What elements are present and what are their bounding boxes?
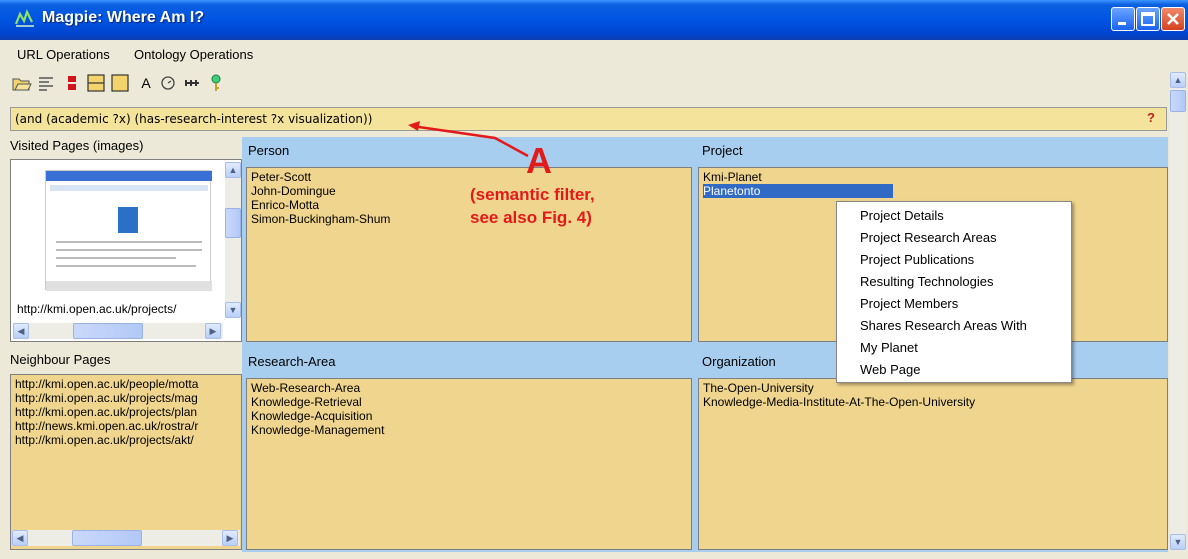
app-icon (14, 9, 34, 27)
thumbnail-text (56, 265, 196, 267)
minimize-icon (1118, 22, 1126, 25)
menu-item-web-page[interactable]: Web Page (860, 362, 920, 377)
scroll-left-button[interactable]: ◀ (13, 323, 29, 339)
scroll-up-button[interactable]: ▲ (1170, 72, 1186, 88)
list-item[interactable]: Simon-Buckingham-Shum (251, 212, 687, 226)
menu-item-project-details[interactable]: Project Details (860, 208, 944, 223)
split-frame-icon[interactable] (86, 72, 106, 94)
organization-list: The-Open-University Knowledge-Media-Inst… (698, 378, 1168, 550)
person-list: Peter-Scott John-Domingue Enrico-Motta S… (246, 167, 692, 342)
visited-hscrollbar[interactable]: ◀ ▶ (13, 323, 223, 339)
neighbour-pages-title: Neighbour Pages (10, 352, 111, 367)
maximize-icon (1141, 12, 1155, 26)
menu-item-shares-research-areas[interactable]: Shares Research Areas With (860, 318, 1027, 333)
single-frame-icon[interactable] (110, 72, 130, 94)
list-item[interactable]: The-Open-University (703, 381, 1163, 395)
research-area-list: Web-Research-Area Knowledge-Retrieval Kn… (246, 378, 692, 550)
annotation-label: A (526, 140, 552, 181)
page-thumbnail[interactable] (45, 170, 212, 291)
link-icon[interactable] (182, 72, 202, 94)
scroll-thumb[interactable] (73, 323, 143, 339)
list-item[interactable]: Peter-Scott (251, 170, 687, 184)
key-icon[interactable] (206, 72, 226, 94)
list-item[interactable]: Enrico-Motta (251, 198, 687, 212)
list-item[interactable]: John-Domingue (251, 184, 687, 198)
list-item[interactable]: Kmi-Planet (703, 170, 1163, 184)
semantic-query-input[interactable]: (and (academic ?x) (has-research-interes… (10, 107, 1167, 131)
list-item[interactable]: Knowledge-Media-Institute-At-The-Open-Un… (703, 395, 1163, 409)
scroll-right-button[interactable]: ▶ (205, 323, 221, 339)
list-item[interactable]: http://kmi.open.ac.uk/projects/mag (15, 391, 237, 405)
research-area-header: Research-Area (242, 350, 692, 376)
menu-item-project-publications[interactable]: Project Publications (860, 252, 974, 267)
neighbour-hscrollbar[interactable]: ◀ ▶ (12, 530, 240, 546)
list-item[interactable]: Web-Research-Area (251, 381, 687, 395)
neighbour-pages-list: http://kmi.open.ac.uk/people/motta http:… (10, 374, 242, 550)
thumbnail-text (56, 241, 202, 243)
thumbnail-titlebar (46, 171, 212, 181)
menu-item-resulting-technologies[interactable]: Resulting Technologies (860, 274, 993, 289)
chevron-down-icon[interactable]: ▼ (225, 302, 241, 318)
annotation-text: see also Fig. 4) (470, 208, 592, 227)
scroll-up-button[interactable]: ▲ (225, 162, 241, 178)
title-bar[interactable]: Magpie: Where Am I? (0, 0, 1188, 40)
window-title: Magpie: Where Am I? (42, 9, 205, 26)
visited-url-select[interactable]: http://kmi.open.ac.uk/projects/ (17, 302, 176, 316)
scroll-thumb[interactable] (225, 208, 241, 238)
red-block-icon[interactable] (62, 72, 82, 94)
help-icon[interactable]: ? (1147, 110, 1165, 128)
menu-item-project-members[interactable]: Project Members (860, 296, 958, 311)
window-scrollbar[interactable]: ▲ ▼ (1170, 72, 1186, 550)
thumbnail-text (56, 257, 176, 259)
thumbnail-toolbar (50, 185, 208, 191)
visited-pages-title: Visited Pages (images) (10, 138, 144, 153)
text-icon[interactable]: A (136, 72, 156, 94)
list-item[interactable]: Knowledge-Management (251, 423, 687, 437)
visited-pages-panel: ▲ http://kmi.open.ac.uk/projects/ ▼ ◀ ▶ (10, 159, 242, 342)
maximize-button[interactable] (1136, 7, 1160, 31)
menu-item-my-planet[interactable]: My Planet (860, 340, 918, 355)
close-icon (1167, 13, 1179, 25)
minimize-button[interactable] (1111, 7, 1135, 31)
align-text-icon[interactable] (36, 72, 56, 94)
scroll-thumb[interactable] (1170, 90, 1186, 112)
list-item-selected[interactable]: Planetonto (703, 184, 893, 198)
scroll-thumb[interactable] (72, 530, 142, 546)
menu-ontology-operations[interactable]: Ontology Operations (134, 47, 253, 62)
list-item[interactable]: Knowledge-Retrieval (251, 395, 687, 409)
list-item[interactable]: http://kmi.open.ac.uk/people/motta (15, 377, 237, 391)
close-button[interactable] (1161, 7, 1185, 31)
scroll-right-button[interactable]: ▶ (222, 530, 238, 546)
toolbar: A (12, 72, 312, 96)
annotation-text: (semantic filter, (470, 185, 595, 204)
menu-item-project-research-areas[interactable]: Project Research Areas (860, 230, 997, 245)
thumbnail-text (56, 249, 202, 251)
visited-scrollbar[interactable]: ▲ (225, 162, 241, 318)
project-context-menu: Project Details Project Research Areas P… (836, 201, 1072, 383)
thumbnail-statusbar (46, 281, 212, 291)
clock-icon[interactable] (158, 72, 178, 94)
magpie-window: Magpie: Where Am I? URL Operations Ontol… (0, 0, 1188, 559)
list-item[interactable]: http://news.kmi.open.ac.uk/rostra/r (15, 419, 237, 433)
menu-url-operations[interactable]: URL Operations (17, 47, 110, 62)
thumbnail-image (118, 207, 138, 233)
scroll-down-button[interactable]: ▼ (1170, 534, 1186, 550)
project-header: Project (696, 139, 1168, 165)
open-folder-icon[interactable] (12, 72, 32, 94)
list-item[interactable]: Knowledge-Acquisition (251, 409, 687, 423)
list-item[interactable]: http://kmi.open.ac.uk/projects/plan (15, 405, 237, 419)
list-item[interactable]: http://kmi.open.ac.uk/projects/akt/ (15, 433, 237, 447)
scroll-left-button[interactable]: ◀ (12, 530, 28, 546)
annotation-arrow (408, 121, 529, 158)
